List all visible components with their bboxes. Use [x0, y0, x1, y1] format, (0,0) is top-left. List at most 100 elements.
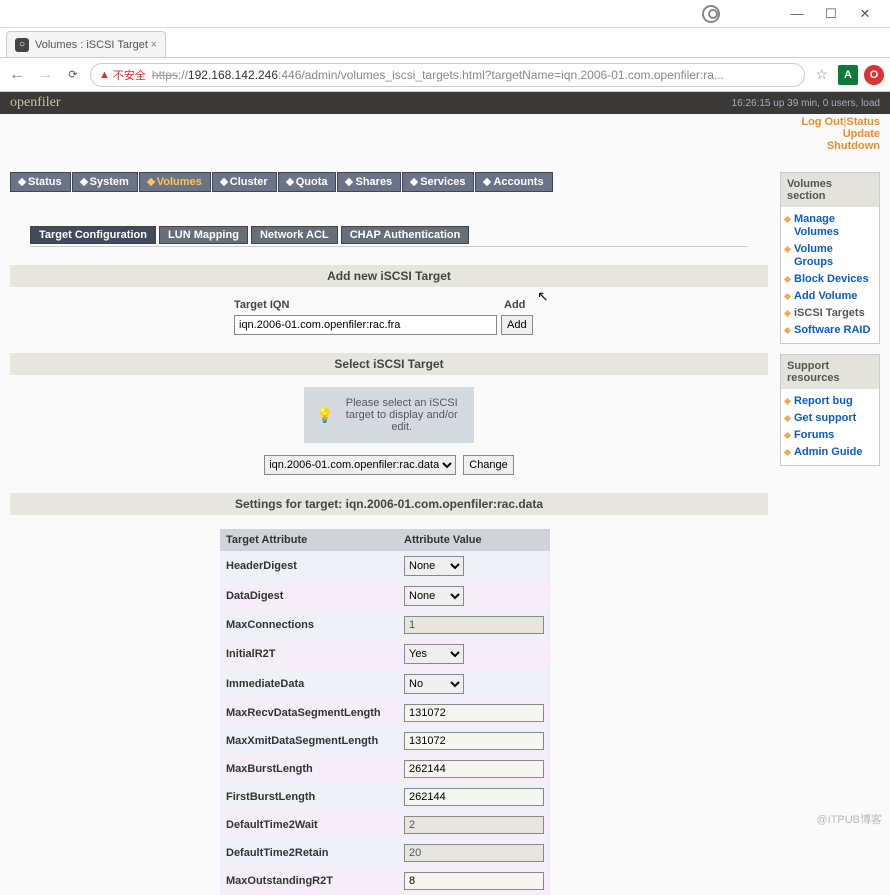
tab-chap-authentication[interactable]: CHAP Authentication — [341, 226, 470, 244]
tab-target-configuration[interactable]: Target Configuration — [30, 226, 156, 244]
link-status[interactable]: Status — [846, 116, 880, 128]
browser-addressbar: ← → ⟳ ▲不安全 https://192.168.142.246:446/a… — [0, 58, 890, 92]
attr-select[interactable]: Yes — [404, 644, 464, 664]
attr-input[interactable] — [404, 704, 544, 722]
link-shutdown[interactable]: Shutdown — [827, 140, 880, 152]
app-logo: openfiler — [10, 95, 61, 111]
tab-close-icon[interactable]: × — [151, 39, 157, 51]
link-update[interactable]: Update — [843, 128, 880, 140]
table-row: DefaultTime2Retain — [220, 839, 550, 867]
sidebar-link[interactable]: Admin Guide — [783, 444, 877, 461]
attr-select[interactable]: None — [404, 586, 464, 606]
label-add: Add — [504, 299, 525, 311]
attr-name: ImmediateData — [220, 669, 398, 699]
target-iqn-input[interactable] — [234, 315, 497, 335]
section-add-target-title: Add new iSCSI Target — [10, 265, 768, 287]
attr-name: MaxRecvDataSegmentLength — [220, 699, 398, 727]
bookmark-star-icon[interactable]: ☆ — [815, 66, 828, 83]
reload-icon[interactable]: ⟳ — [62, 64, 84, 86]
sidebar-link[interactable]: Manage Volumes — [783, 211, 877, 241]
nav-back-icon[interactable]: ← — [6, 64, 28, 86]
attr-value-cell: None — [398, 581, 550, 611]
bullet-icon — [784, 246, 791, 253]
extension-a-icon[interactable]: A — [838, 65, 858, 85]
uptime-status: 16:26:15 up 39 min, 0 users, load — [732, 98, 880, 109]
table-row: MaxBurstLength — [220, 755, 550, 783]
attr-select[interactable]: No — [404, 674, 464, 694]
nav-forward-icon[interactable]: → — [34, 64, 56, 86]
attr-select[interactable]: None — [404, 556, 464, 576]
nav-services[interactable]: Services — [402, 172, 474, 192]
browser-tab[interactable]: ○ Volumes : iSCSI Target × — [6, 31, 166, 57]
window-minimize[interactable]: — — [780, 6, 814, 21]
table-row: DataDigest None — [220, 581, 550, 611]
sidebar-link-label: Get support — [794, 412, 856, 425]
attr-input[interactable] — [404, 616, 544, 634]
sidebar-link-label: Volume Groups — [794, 243, 875, 269]
sidebar-link[interactable]: Forums — [783, 427, 877, 444]
attr-value-cell: Yes — [398, 639, 550, 669]
window-titlebar: — ☐ ✕ — [0, 0, 890, 28]
table-row: DefaultTime2Wait — [220, 811, 550, 839]
table-row: MaxXmitDataSegmentLength — [220, 727, 550, 755]
bullet-icon — [784, 398, 791, 405]
attr-value-cell — [398, 755, 550, 783]
sidebar-link[interactable]: Report bug — [783, 393, 877, 410]
sidebar-link[interactable]: Block Devices — [783, 271, 877, 288]
nav-shares[interactable]: Shares — [337, 172, 401, 192]
nav-quota[interactable]: Quota — [278, 172, 337, 192]
favicon: ○ — [15, 38, 29, 52]
table-row: InitialR2TYes — [220, 639, 550, 669]
tab-network-acl[interactable]: Network ACL — [251, 226, 338, 244]
attr-input[interactable] — [404, 844, 544, 862]
sidebar-link-label: Manage Volumes — [794, 213, 875, 239]
attr-input[interactable] — [404, 872, 544, 890]
browser-tab-title: Volumes : iSCSI Target — [35, 39, 148, 51]
url-input[interactable]: ▲不安全 https://192.168.142.246:446/admin/v… — [90, 63, 805, 87]
bullet-icon — [784, 310, 791, 317]
attr-input[interactable] — [404, 760, 544, 778]
table-row: ImmediateData No — [220, 669, 550, 699]
bullet-icon — [784, 415, 791, 422]
window-maximize[interactable]: ☐ — [814, 6, 848, 22]
attr-name: DefaultTime2Retain — [220, 839, 398, 867]
attr-name: DefaultTime2Wait — [220, 811, 398, 839]
panel-volumes-title: Volumes section — [781, 173, 879, 207]
nav-accounts[interactable]: Accounts — [475, 172, 552, 192]
extension-o-icon[interactable]: O — [864, 65, 884, 85]
attr-input[interactable] — [404, 788, 544, 806]
target-select[interactable]: iqn.2006-01.com.openfiler:rac.data — [264, 455, 456, 475]
sidebar-link-label: Report bug — [794, 395, 853, 408]
nav-cluster[interactable]: Cluster — [212, 172, 277, 192]
link-logout[interactable]: Log Out — [801, 116, 843, 128]
attr-name: FirstBurstLength — [220, 783, 398, 811]
attr-value-cell — [398, 839, 550, 867]
sidebar-link-label: Admin Guide — [794, 446, 862, 459]
nav-system[interactable]: System — [72, 172, 138, 192]
bullet-icon — [784, 432, 791, 439]
attributes-table: Target AttributeAttribute Value HeaderDi… — [220, 529, 550, 895]
user-icon[interactable] — [702, 5, 720, 23]
sidebar-link[interactable]: Add Volume — [783, 288, 877, 305]
sidebar-link[interactable]: Get support — [783, 410, 877, 427]
panel-support-title: Support resources — [781, 355, 879, 389]
sidebar-link[interactable]: Volume Groups — [783, 241, 877, 271]
nav-status[interactable]: Status — [10, 172, 71, 192]
bullet-icon — [784, 216, 791, 223]
bullet-icon — [784, 276, 791, 283]
col-attribute-value: Attribute Value — [398, 529, 550, 551]
tab-lun-mapping[interactable]: LUN Mapping — [159, 226, 248, 244]
attr-input[interactable] — [404, 816, 544, 834]
window-close[interactable]: ✕ — [848, 6, 882, 22]
browser-tabstrip: ○ Volumes : iSCSI Target × — [0, 28, 890, 58]
nav-volumes[interactable]: Volumes — [139, 172, 211, 192]
attr-input[interactable] — [404, 732, 544, 750]
add-button[interactable]: Add — [501, 315, 533, 335]
sidebar-link[interactable]: Software RAID — [783, 322, 877, 339]
attr-name: MaxConnections — [220, 611, 398, 639]
sidebar-link[interactable]: iSCSI Targets — [783, 305, 877, 322]
change-button[interactable]: Change — [463, 455, 514, 475]
hint-box: 💡 Please select an iSCSI target to displ… — [304, 387, 474, 443]
attr-name: MaxBurstLength — [220, 755, 398, 783]
attr-name: DataDigest — [220, 581, 398, 611]
